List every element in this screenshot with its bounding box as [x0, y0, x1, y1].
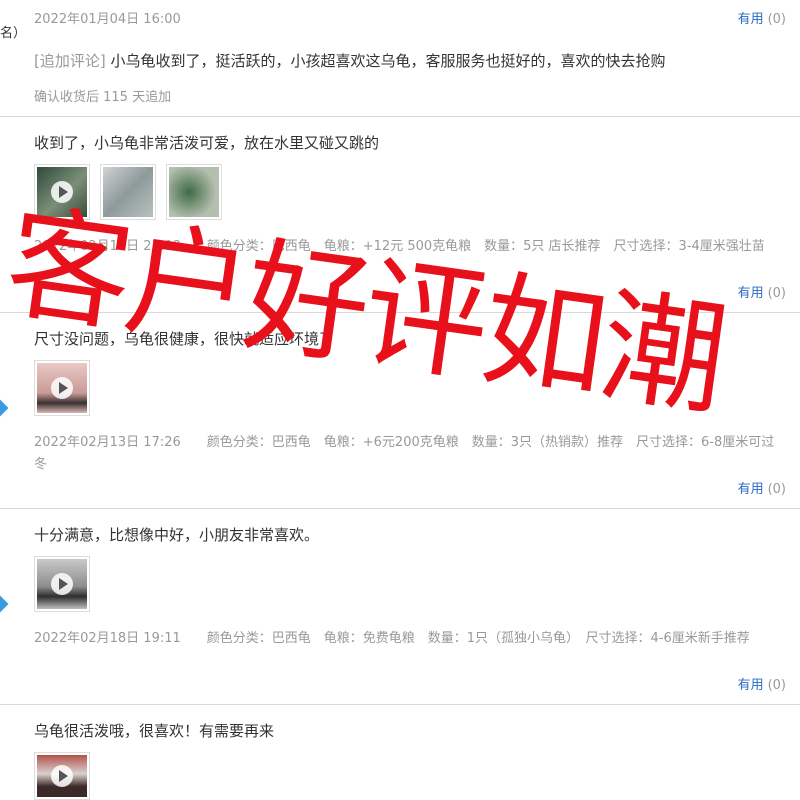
play-icon	[51, 573, 73, 595]
review-thumb[interactable]	[34, 164, 90, 220]
review-text: 收到了，小乌龟非常活泼可爱，放在水里又碰又跳的	[34, 134, 380, 152]
review-text: 乌龟很活泼哦，很喜欢！有需要再来	[34, 722, 275, 740]
review-thumb[interactable]	[100, 164, 156, 220]
useful-button[interactable]: 有用 (0)	[738, 674, 786, 693]
side-diamond-icon	[0, 595, 9, 613]
review-text: 尺寸没问题，乌龟很健康，很快就适应环境了	[34, 330, 335, 348]
review-thumb[interactable]	[166, 164, 222, 220]
append-tag: [追加评论]	[34, 52, 106, 70]
useful-count: (0)	[767, 678, 786, 693]
divider	[0, 116, 800, 117]
play-icon	[51, 181, 73, 203]
append-text: 小乌龟收到了，挺活跃的，小孩超喜欢这乌龟，客服服务也挺好的，喜欢的快去抢购	[110, 52, 666, 70]
review-meta: 2022年02月14日 23:08 颜色分类：巴西龟 龟粮：+12元 500克龟…	[34, 239, 765, 254]
review-thumb[interactable]	[34, 360, 90, 416]
append-review-text: [追加评论] 小乌龟收到了，挺活跃的，小孩超喜欢这乌龟，客服服务也挺好的，喜欢的…	[34, 50, 666, 71]
useful-label[interactable]: 有用	[738, 678, 764, 693]
useful-count: (0)	[767, 482, 786, 497]
append-days: 确认收货后 115 天追加	[34, 90, 172, 105]
left-fragment: 名）	[0, 26, 27, 41]
divider	[0, 312, 800, 313]
useful-button[interactable]: 有用 (0)	[738, 478, 786, 497]
play-icon	[51, 765, 73, 787]
divider	[0, 508, 800, 509]
useful-count: (0)	[767, 286, 786, 301]
useful-label[interactable]: 有用	[738, 286, 764, 301]
useful-button[interactable]: 有用 (0)	[738, 282, 786, 301]
useful-label[interactable]: 有用	[738, 12, 764, 27]
useful-button[interactable]: 有用 (0)	[738, 8, 786, 27]
useful-label[interactable]: 有用	[738, 482, 764, 497]
review-meta: 2022年02月13日 17:26 颜色分类：巴西龟 龟粮：+6元200克龟粮 …	[34, 435, 775, 472]
side-diamond-icon	[0, 399, 9, 417]
review-thumb[interactable]	[34, 556, 90, 612]
useful-count: (0)	[767, 12, 786, 27]
review-thumb[interactable]	[34, 752, 90, 800]
review-date: 2022年01月04日 16:00	[34, 12, 181, 27]
play-icon	[51, 377, 73, 399]
divider	[0, 704, 800, 705]
review-text: 十分满意，比想像中好，小朋友非常喜欢。	[34, 526, 320, 544]
watermark-text: 客户好评如潮	[0, 190, 732, 434]
review-meta: 2022年02月18日 19:11 颜色分类：巴西龟 龟粮：免费龟粮 数量：1只…	[34, 631, 750, 646]
